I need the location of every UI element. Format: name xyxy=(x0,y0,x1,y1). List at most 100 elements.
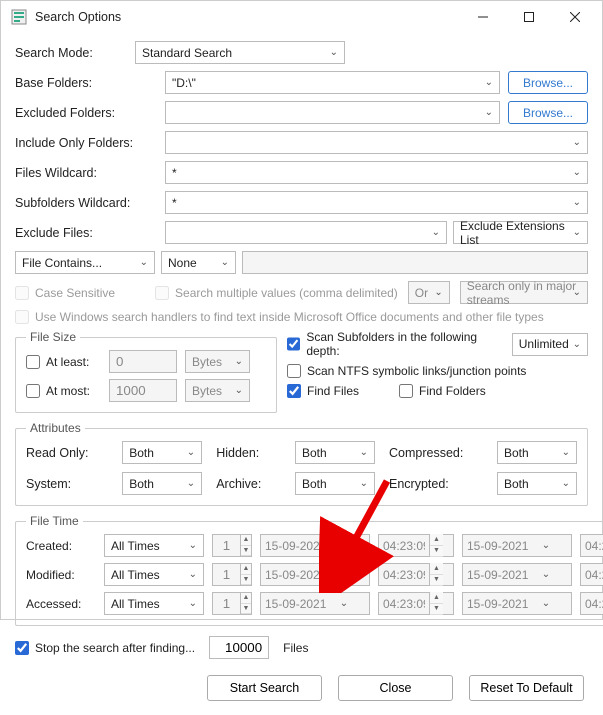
stop-after-checkbox[interactable]: Stop the search after finding... xyxy=(15,641,195,655)
stop-after-input[interactable] xyxy=(209,636,269,659)
chevron-down-icon: ⌄ xyxy=(537,598,555,609)
at-least-unit-select[interactable]: Bytes⌄ xyxy=(185,350,250,373)
accessed-date-from[interactable]: ⌄ xyxy=(260,592,370,615)
excluded-folders-input[interactable]: ⌄ xyxy=(165,101,500,124)
include-only-input[interactable]: ⌄ xyxy=(165,131,588,154)
chevron-down-icon: ⌄ xyxy=(573,137,581,148)
chevron-down-icon: ⌄ xyxy=(189,598,197,609)
find-files-checkbox[interactable]: Find Files xyxy=(287,384,359,398)
contains-text-input[interactable] xyxy=(242,251,588,274)
created-date-to[interactable]: ⌄ xyxy=(462,534,572,557)
modified-time-from[interactable]: ▲▼ xyxy=(378,563,454,586)
created-time-from[interactable]: ▲▼ xyxy=(378,534,454,557)
chevron-down-icon: ⌄ xyxy=(562,447,570,458)
exclude-files-input[interactable]: ⌄ xyxy=(165,221,447,244)
created-label: Created: xyxy=(26,539,96,553)
chevron-down-icon: ⌄ xyxy=(434,287,442,298)
chevron-down-icon: ⌄ xyxy=(189,540,197,551)
compressed-select[interactable]: Both⌄ xyxy=(497,441,577,464)
search-mode-select[interactable]: Standard Search⌄ xyxy=(135,41,345,64)
subfolders-wildcard-input[interactable]: *⌄ xyxy=(165,191,588,214)
file-size-group: File Size At least: Bytes⌄ At most: Byte… xyxy=(15,330,277,413)
hidden-label: Hidden: xyxy=(216,446,281,460)
chevron-down-icon: ⌄ xyxy=(573,227,581,238)
or-and-select[interactable]: Or⌄ xyxy=(408,281,450,304)
created-count-spin[interactable]: ▲▼ xyxy=(212,534,252,557)
reset-default-button[interactable]: Reset To Default xyxy=(469,675,584,701)
multi-values-checkbox[interactable]: Search multiple values (comma delimited) xyxy=(155,286,398,300)
created-time-to[interactable]: ▲▼ xyxy=(580,534,603,557)
scan-subfolders-checkbox[interactable]: Scan Subfolders in the following depth: xyxy=(287,330,504,358)
file-size-legend: File Size xyxy=(26,330,80,344)
chevron-down-icon: ⌄ xyxy=(573,167,581,178)
attributes-legend: Attributes xyxy=(26,421,85,435)
system-select[interactable]: Both⌄ xyxy=(122,472,202,495)
chevron-down-icon: ⌄ xyxy=(537,540,555,551)
hidden-select[interactable]: Both⌄ xyxy=(295,441,375,464)
window-title: Search Options xyxy=(35,10,460,24)
excluded-folders-label: Excluded Folders: xyxy=(15,106,165,120)
at-least-checkbox[interactable]: At least: xyxy=(26,355,101,369)
accessed-date-to[interactable]: ⌄ xyxy=(462,592,572,615)
accessed-count-spin[interactable]: ▲▼ xyxy=(212,592,252,615)
modified-range-select[interactable]: All Times⌄ xyxy=(104,563,204,586)
start-search-button[interactable]: Start Search xyxy=(207,675,322,701)
find-folders-checkbox[interactable]: Find Folders xyxy=(399,384,486,398)
chevron-down-icon: ⌄ xyxy=(573,197,581,208)
file-contains-select[interactable]: File Contains...⌄ xyxy=(15,251,155,274)
at-most-input[interactable] xyxy=(109,379,177,402)
accessed-range-select[interactable]: All Times⌄ xyxy=(104,592,204,615)
maximize-button[interactable] xyxy=(506,1,552,33)
chevron-down-icon: ⌄ xyxy=(432,227,440,238)
modified-date-from[interactable]: ⌄ xyxy=(260,563,370,586)
modified-date-to[interactable]: ⌄ xyxy=(462,563,572,586)
accessed-time-from[interactable]: ▲▼ xyxy=(378,592,454,615)
browse-base-button[interactable]: Browse... xyxy=(508,71,588,94)
chevron-down-icon: ⌄ xyxy=(187,447,195,458)
archive-label: Archive: xyxy=(216,477,281,491)
chevron-down-icon: ⌄ xyxy=(360,447,368,458)
files-wildcard-input[interactable]: *⌄ xyxy=(165,161,588,184)
modified-label: Modified: xyxy=(26,568,96,582)
created-range-select[interactable]: All Times⌄ xyxy=(104,534,204,557)
accessed-label: Accessed: xyxy=(26,597,96,611)
chevron-down-icon: ⌄ xyxy=(573,287,581,298)
base-folders-input[interactable]: "D:\"⌄ xyxy=(165,71,500,94)
chevron-down-icon: ⌄ xyxy=(537,569,555,580)
chevron-down-icon: ⌄ xyxy=(189,569,197,580)
depth-select[interactable]: Unlimited⌄ xyxy=(512,333,588,356)
close-button[interactable] xyxy=(552,1,598,33)
include-only-label: Include Only Folders: xyxy=(15,136,165,150)
at-most-checkbox[interactable]: At most: xyxy=(26,384,101,398)
chevron-down-icon: ⌄ xyxy=(187,478,195,489)
office-handlers-checkbox[interactable]: Use Windows search handlers to find text… xyxy=(15,310,544,324)
encrypted-label: Encrypted: xyxy=(389,477,483,491)
browse-excluded-button[interactable]: Browse... xyxy=(508,101,588,124)
read-only-select[interactable]: Both⌄ xyxy=(122,441,202,464)
chevron-down-icon: ⌄ xyxy=(485,77,493,88)
at-least-input[interactable] xyxy=(109,350,177,373)
case-sensitive-checkbox[interactable]: Case Sensitive xyxy=(15,286,115,300)
chevron-down-icon: ⌄ xyxy=(335,540,353,551)
contains-mode-select[interactable]: None⌄ xyxy=(161,251,236,274)
at-most-unit-select[interactable]: Bytes⌄ xyxy=(185,379,250,402)
close-dialog-button[interactable]: Close xyxy=(338,675,453,701)
encrypted-select[interactable]: Both⌄ xyxy=(497,472,577,495)
scan-ntfs-checkbox[interactable]: Scan NTFS symbolic links/junction points xyxy=(287,364,588,378)
system-label: System: xyxy=(26,477,108,491)
chevron-down-icon: ⌄ xyxy=(330,47,338,58)
created-date-from[interactable]: ⌄ xyxy=(260,534,370,557)
exclude-extensions-select[interactable]: Exclude Extensions List⌄ xyxy=(453,221,588,244)
minimize-button[interactable] xyxy=(460,1,506,33)
chevron-down-icon: ⌄ xyxy=(140,257,148,268)
chevron-down-icon: ⌄ xyxy=(562,478,570,489)
major-streams-select[interactable]: Search only in major streams⌄ xyxy=(460,281,588,304)
modified-count-spin[interactable]: ▲▼ xyxy=(212,563,252,586)
archive-select[interactable]: Both⌄ xyxy=(295,472,375,495)
chevron-down-icon: ⌄ xyxy=(335,598,353,609)
accessed-time-to[interactable]: ▲▼ xyxy=(580,592,603,615)
search-mode-label: Search Mode: xyxy=(15,46,135,60)
files-wildcard-label: Files Wildcard: xyxy=(15,166,165,180)
modified-time-to[interactable]: ▲▼ xyxy=(580,563,603,586)
chevron-down-icon: ⌄ xyxy=(485,107,493,118)
